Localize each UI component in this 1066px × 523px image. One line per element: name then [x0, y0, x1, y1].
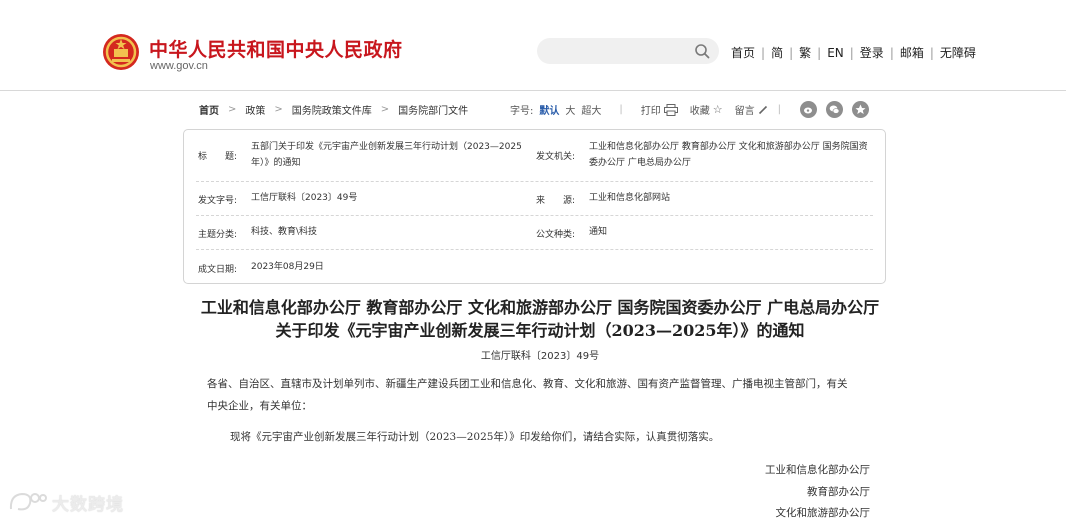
- document-metadata-panel: 标 题: 五部门关于印发《元宇宙产业创新发展三年行动计划（2023—2025年）…: [183, 129, 886, 284]
- font-size-xlarge-button[interactable]: 超大: [581, 102, 601, 117]
- favorite-share-icon[interactable]: [852, 101, 869, 118]
- print-button[interactable]: 打印: [641, 102, 661, 117]
- wechat-share-icon[interactable]: [826, 101, 843, 118]
- nav-separator: |: [929, 45, 934, 60]
- nav-simplified-link[interactable]: 简: [771, 44, 783, 61]
- issuer-value: 工业和信息化部办公厅 教育部办公厅 文化和旅游部办公厅 国务院国资委办公厅 广电…: [589, 142, 868, 168]
- source-label: 来 源:: [536, 196, 576, 206]
- signature-line: 教育部办公厅: [807, 486, 870, 498]
- doc-type-value: 通知: [589, 227, 608, 237]
- breadcrumb-policy-library[interactable]: 国务院政策文件库: [292, 102, 372, 117]
- header-divider: [0, 90, 1066, 91]
- metadata-row: 主题分类: 科技、教育\科技 公文种类: 通知: [196, 216, 873, 250]
- site-title[interactable]: 中华人民共和国中央人民政府: [149, 35, 403, 62]
- signature-line: 文化和旅游部办公厅: [775, 507, 871, 519]
- printer-icon[interactable]: [663, 103, 678, 116]
- chevron-right-icon: >: [380, 104, 390, 115]
- nav-english-link[interactable]: EN: [827, 46, 844, 60]
- comment-button[interactable]: 留言: [735, 102, 755, 117]
- toolbar-separator: |: [619, 104, 623, 115]
- breadcrumb: 首页 > 政策 > 国务院政策文件库 > 国务院部门文件: [199, 102, 468, 117]
- metadata-row: 发文字号: 工信厅联科〔2023〕49号 来 源: 工业和信息化部网站: [196, 182, 873, 216]
- doc-number-label: 发文字号:: [198, 196, 238, 206]
- nav-mail-link[interactable]: 邮箱: [900, 44, 924, 61]
- breadcrumb-policy[interactable]: 政策: [245, 102, 265, 117]
- national-emblem-icon[interactable]: [102, 33, 140, 71]
- signature-line: 工业和信息化部办公厅: [765, 464, 870, 476]
- toolbar-separator: |: [777, 104, 781, 115]
- site-url[interactable]: www.gov.cn: [150, 60, 208, 72]
- metadata-row: 标 题: 五部门关于印发《元宇宙产业创新发展三年行动计划（2023—2025年）…: [196, 130, 873, 182]
- metadata-row: 成文日期: 2023年08月29日: [196, 250, 873, 284]
- article-toolbar: 字号: 默认 大 超大 | 打印 收藏 ☆ 留言 |: [510, 101, 869, 118]
- nav-home-link[interactable]: 首页: [731, 44, 755, 61]
- search-box[interactable]: [537, 38, 719, 64]
- font-size-default-button[interactable]: 默认: [539, 102, 559, 117]
- search-input[interactable]: [549, 42, 689, 60]
- category-value: 科技、教育\科技: [251, 227, 318, 237]
- nav-traditional-link[interactable]: 繁: [799, 44, 811, 61]
- title-value: 五部门关于印发《元宇宙产业创新发展三年行动计划（2023—2025年）》的通知: [251, 142, 522, 168]
- nav-separator: |: [789, 45, 794, 60]
- chevron-right-icon: >: [274, 104, 283, 115]
- font-size-label: 字号:: [510, 106, 534, 117]
- nav-separator: |: [817, 45, 822, 60]
- watermark-text: 大数跨境: [52, 494, 124, 515]
- star-icon[interactable]: ☆: [713, 103, 723, 116]
- document-title: 工业和信息化部办公厅 教育部办公厅 文化和旅游部办公厅 国务院国资委办公厅 广电…: [200, 298, 880, 340]
- breadcrumb-department-docs[interactable]: 国务院部门文件: [398, 102, 468, 117]
- date-label: 成文日期:: [198, 265, 238, 275]
- recipients-paragraph: 各省、自治区、直辖市及计划单列市、新疆生产建设兵团工业和信息化、教育、文化和旅游…: [207, 378, 848, 412]
- breadcrumb-home[interactable]: 首页: [199, 102, 219, 117]
- document-number: 工信厅联科〔2023〕49号: [480, 351, 600, 362]
- source-value: 工业和信息化部网站: [589, 193, 671, 203]
- nav-separator: |: [849, 45, 854, 60]
- nav-accessibility-link[interactable]: 无障碍: [940, 44, 976, 61]
- weibo-share-icon[interactable]: [800, 101, 817, 118]
- title-label: 标 题:: [198, 152, 238, 162]
- font-size-large-button[interactable]: 大: [565, 102, 575, 117]
- doc-type-label: 公文种类:: [536, 230, 576, 240]
- nav-login-link[interactable]: 登录: [860, 44, 884, 61]
- search-icon[interactable]: [694, 43, 710, 59]
- issuer-label: 发文机关:: [536, 152, 576, 162]
- site-header: 中华人民共和国中央人民政府 www.gov.cn 首页 | 简 | 繁 | EN…: [0, 0, 1066, 90]
- favorite-button[interactable]: 收藏: [690, 102, 710, 117]
- pencil-icon[interactable]: [758, 105, 768, 115]
- watermark-logo-icon: [9, 492, 47, 511]
- chevron-right-icon: >: [228, 104, 237, 115]
- category-label: 主题分类:: [198, 230, 238, 240]
- date-value: 2023年08月29日: [251, 262, 324, 272]
- nav-separator: |: [889, 45, 894, 60]
- watermark: 大数跨境: [8, 489, 124, 515]
- body-paragraph: 现将《元宇宙产业创新发展三年行动计划（2023—2025年）》印发给你们，请结合…: [230, 431, 720, 443]
- top-nav-links: 首页 | 简 | 繁 | EN | 登录 | 邮箱 | 无障碍: [731, 44, 976, 61]
- doc-number-value: 工信厅联科〔2023〕49号: [251, 193, 358, 203]
- nav-separator: |: [761, 45, 766, 60]
